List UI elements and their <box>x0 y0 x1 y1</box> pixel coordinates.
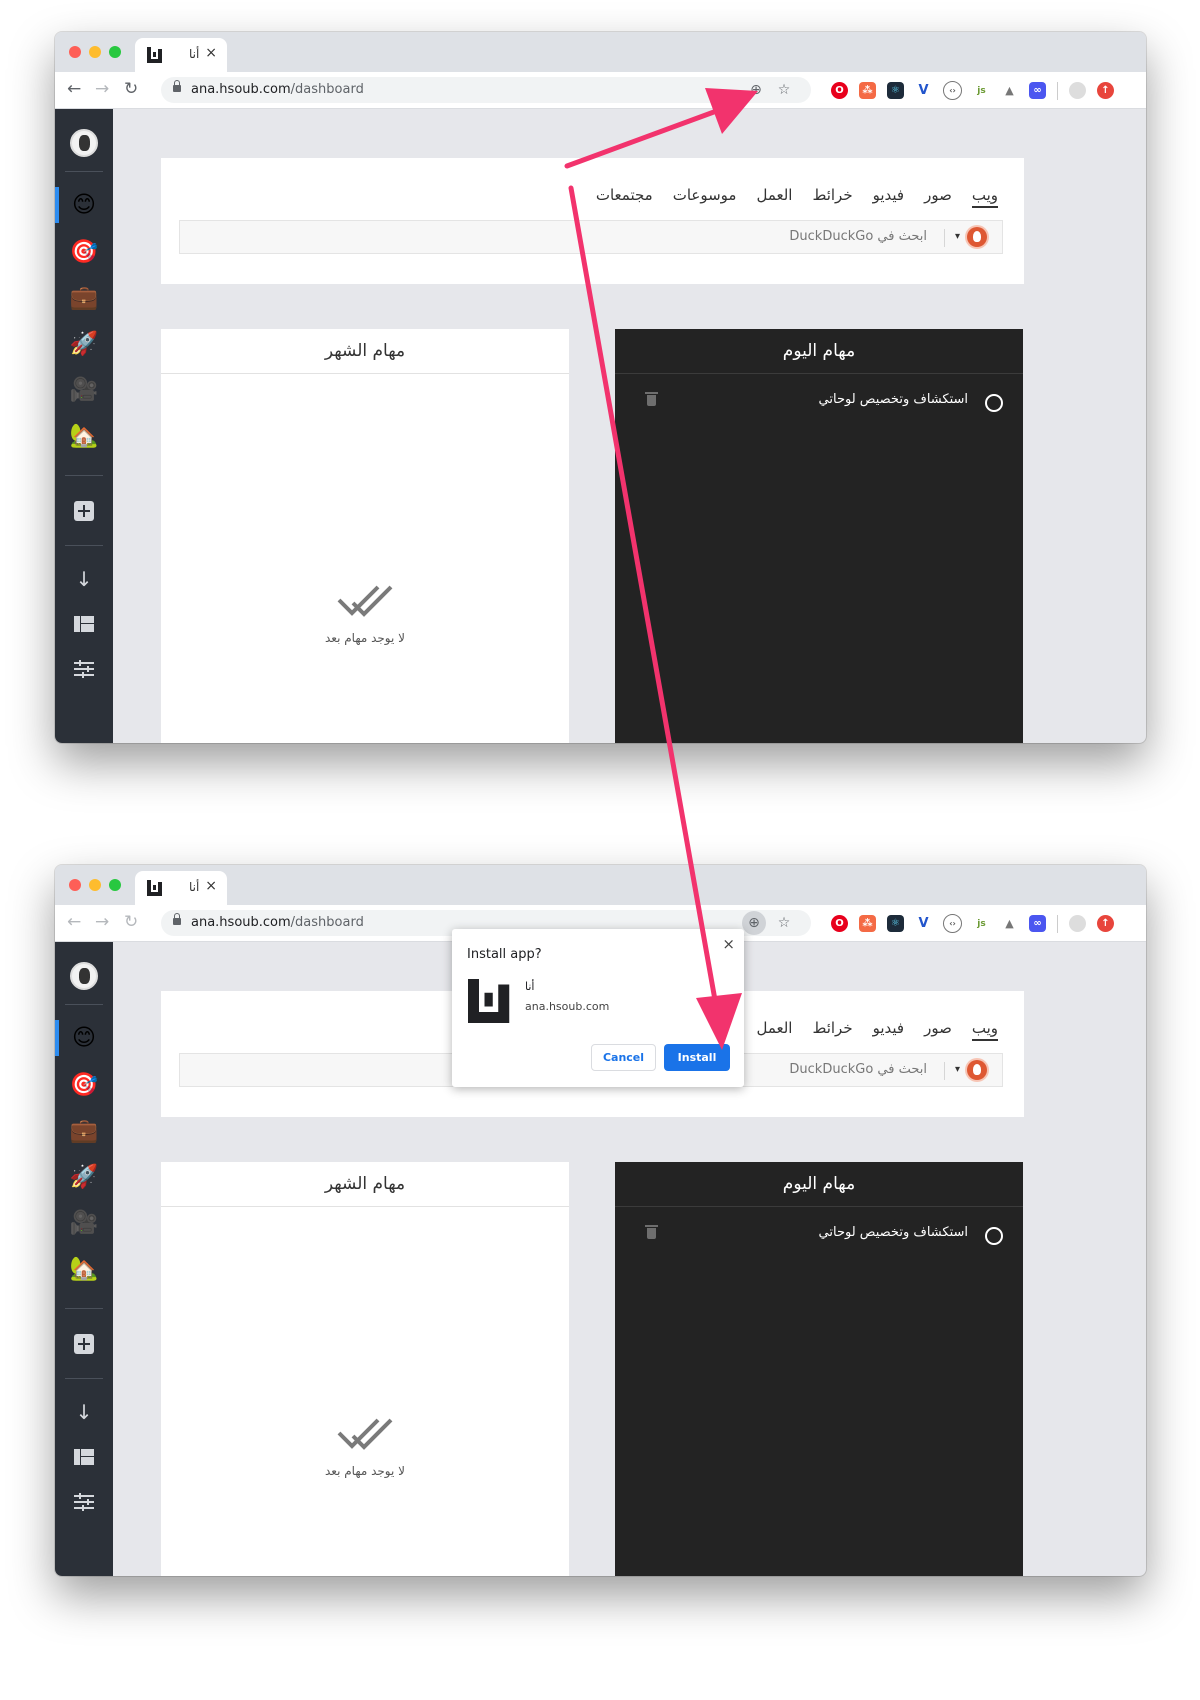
arrow-to-install-icon <box>564 106 725 169</box>
arrow-head-install-button <box>696 993 742 1050</box>
arrow-to-install-button <box>568 185 718 1003</box>
annotation-arrows <box>564 88 758 1050</box>
